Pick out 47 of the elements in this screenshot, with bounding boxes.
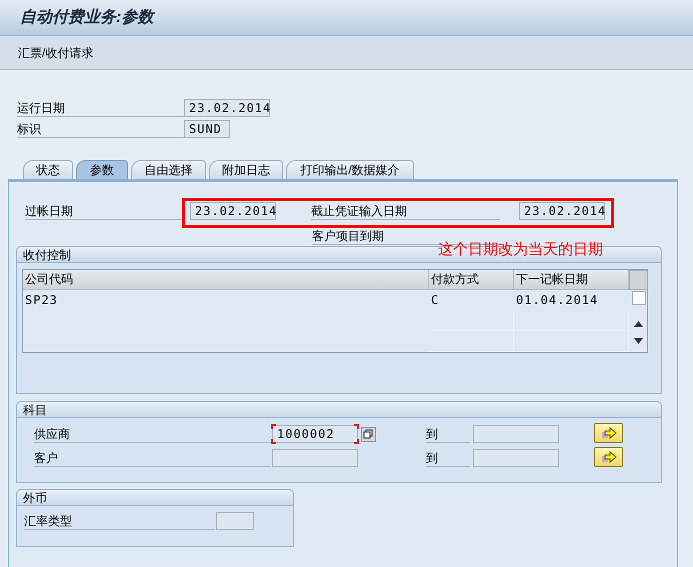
group-title: 收付控制 [23,246,71,264]
copy-icon[interactable] [361,427,376,442]
multiple-selection-button[interactable] [594,447,623,467]
input-field[interactable] [216,512,254,530]
row-selector[interactable] [632,291,646,305]
tab[interactable]: 参数 [76,160,128,179]
input-field[interactable]: 23.02.2014 [519,202,605,220]
input-field[interactable]: 23.02.2014 [184,99,270,117]
field-label: 过帐日期 [25,203,183,220]
field-label: 到 [426,426,470,443]
input-field[interactable]: 1000002 [272,425,358,443]
input-field[interactable]: SUND [184,120,230,138]
column-header[interactable]: 公司代码 [23,270,429,290]
multiple-selection-button[interactable] [594,423,623,443]
focus-corner-icon [354,439,359,444]
tab[interactable]: 打印输出/数据媒介 [286,160,414,179]
field-label: 供应商 [34,426,271,443]
field-label: 到 [426,450,470,467]
arrow-right-icon [600,451,616,463]
arrow-right-icon [600,427,616,439]
focus-corner-icon [354,424,359,429]
tab[interactable]: 自由选择 [131,160,206,179]
scroll-down-icon[interactable] [634,338,643,344]
focus-corner-icon [271,439,276,444]
table-cell-text: SP23 [24,292,59,309]
input-field[interactable] [473,449,559,467]
field-label: 客户 [34,450,271,467]
window-title: 自动付费业务:参数 [20,7,154,28]
input-field[interactable] [473,425,559,443]
column-settings-button[interactable] [629,270,648,290]
column-header[interactable]: 下一记帐日期 [514,270,629,290]
input-field[interactable]: 23.02.2014 [190,202,276,220]
tab[interactable]: 状态 [23,160,73,179]
field-label: 运行日期 [17,100,184,117]
group-title: 科目 [23,402,47,418]
group-title: 外币 [23,490,47,506]
table-cell-text: 01.04.2014 [515,292,600,309]
input-field[interactable] [272,449,358,467]
field-label: 标识 [17,121,184,138]
field-label: 汇率类型 [24,513,215,530]
field-label: 截止凭证输入日期 [311,203,500,220]
focus-corner-icon [271,424,276,429]
toolbar-button[interactable]: 汇票/收付请求 [18,44,94,62]
column-header[interactable]: 付款方式 [429,270,514,290]
scroll-up-icon[interactable] [634,321,643,327]
table-cell-text: C [430,292,440,309]
tab[interactable]: 附加日志 [209,160,283,179]
